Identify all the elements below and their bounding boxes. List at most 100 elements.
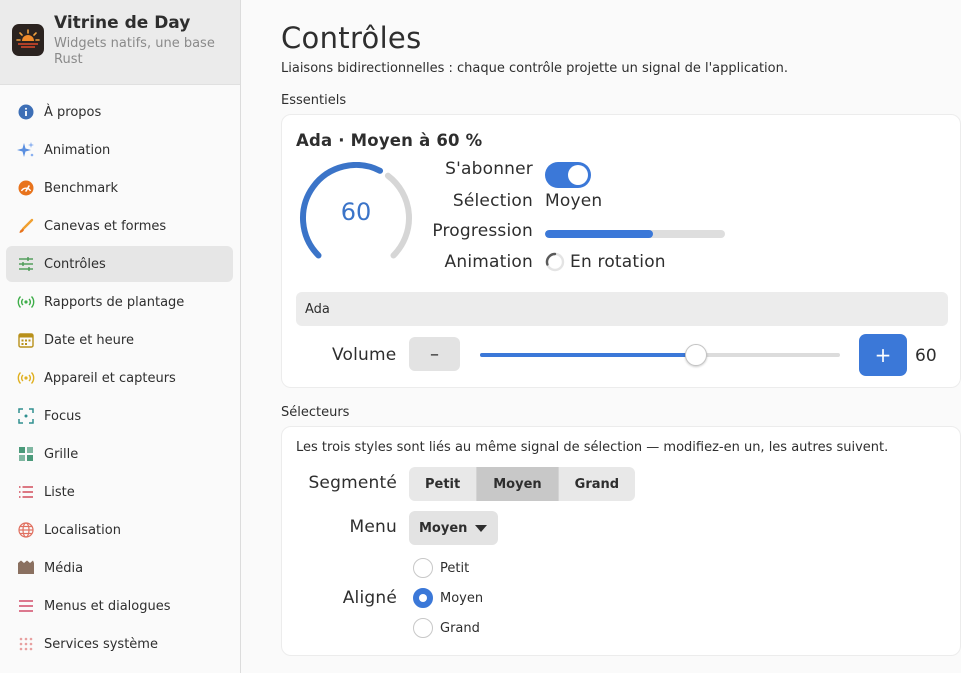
sidebar-item-label: Animation (44, 142, 111, 158)
sidebar-item-label: Localisation (44, 522, 121, 538)
sidebar-nav: À propos Animation Benchmark Canevas et … (0, 85, 240, 662)
switch-knob (568, 165, 588, 185)
selectors-description: Les trois styles sont liés au même signa… (296, 440, 889, 455)
sidebar-item-grille[interactable]: Grille (6, 436, 233, 472)
selection-label: Sélection (452, 191, 533, 211)
progress-label: Progression (432, 221, 533, 241)
focus-icon (17, 407, 35, 425)
sidebar-item-services[interactable]: Services système (6, 626, 233, 662)
segment-moyen[interactable]: Moyen (477, 467, 559, 501)
film-icon (17, 559, 35, 577)
segment-grand[interactable]: Grand (559, 467, 635, 501)
app-logo-icon (12, 24, 44, 56)
selectors-card: Les trois styles sont liés au même signa… (281, 426, 961, 656)
section-title-essentiels: Essentiels (281, 93, 347, 108)
animation-value: En rotation (570, 252, 666, 272)
sidebar-item-label: Contrôles (44, 256, 106, 272)
broadcast-icon (17, 293, 35, 311)
sidebar-item-label: Date et heure (44, 332, 134, 348)
radio-grand[interactable]: Grand (413, 617, 480, 639)
app-header: Vitrine de Day Widgets natifs, une base … (0, 0, 240, 85)
animation-value-row: En rotation (545, 252, 666, 272)
essentials-card: Ada · Moyen à 60 % 60 S'abonner Sélectio… (281, 114, 961, 388)
sidebar-item-a-propos[interactable]: À propos (6, 94, 233, 130)
segment-petit[interactable]: Petit (409, 467, 478, 501)
brush-icon (17, 217, 35, 235)
volume-value: 60 (915, 346, 937, 366)
grid-icon (17, 445, 35, 463)
sidebar-item-animation[interactable]: Animation (6, 132, 233, 168)
slider-thumb[interactable] (685, 344, 707, 366)
slider-fill (480, 353, 696, 357)
app-title: Vitrine de Day (54, 13, 191, 33)
selection-value: Moyen (545, 191, 603, 211)
sidebar-item-label: Média (44, 560, 84, 576)
spinner-icon (545, 252, 565, 272)
speedometer-icon (17, 179, 35, 197)
aligned-label: Aligné (342, 588, 397, 608)
sidebar-item-benchmark[interactable]: Benchmark (6, 170, 233, 206)
sidebar-item-label: Benchmark (44, 180, 119, 196)
sidebar-item-label: À propos (44, 104, 102, 120)
progress-bar (545, 230, 725, 238)
volume-increase-button[interactable]: + (859, 334, 907, 376)
sidebar-item-label: Rapports de plantage (44, 294, 185, 310)
sensor-icon (17, 369, 35, 387)
sidebar-item-appareil[interactable]: Appareil et capteurs (6, 360, 233, 396)
sidebar-item-focus[interactable]: Focus (6, 398, 233, 434)
sidebar-item-menus[interactable]: Menus et dialogues (6, 588, 233, 624)
globe-icon (17, 521, 35, 539)
sidebar-item-label: Liste (44, 484, 75, 500)
sidebar-item-controles[interactable]: Contrôles (6, 246, 233, 282)
list-icon (17, 483, 35, 501)
size-dropdown[interactable]: Moyen (409, 511, 499, 545)
calendar-icon (17, 331, 35, 349)
radio-button[interactable] (413, 588, 433, 608)
sidebar: Vitrine de Day Widgets natifs, une base … (0, 0, 241, 673)
sidebar-item-label: Grille (44, 446, 79, 462)
radio-moyen[interactable]: Moyen (413, 587, 483, 609)
gauge: 60 (298, 162, 414, 272)
sidebar-item-liste[interactable]: Liste (6, 474, 233, 510)
dots-grid-icon (17, 635, 35, 653)
info-icon (17, 103, 35, 121)
section-title-selecteurs: Sélecteurs (281, 405, 350, 420)
segmented-control: Petit Moyen Grand (409, 467, 636, 501)
subscribe-label: S'abonner (445, 159, 533, 179)
card-heading: Ada · Moyen à 60 % (296, 131, 483, 150)
volume-decrease-button[interactable]: – (409, 337, 460, 371)
dropdown-value: Moyen (419, 520, 468, 536)
main-content: Contrôles Liaisons bidirectionnelles : c… (241, 0, 961, 673)
page-description: Liaisons bidirectionnelles : chaque cont… (281, 61, 788, 76)
gauge-value: 60 (340, 198, 372, 226)
sidebar-item-label: Appareil et capteurs (44, 370, 176, 386)
sidebar-item-label: Services système (44, 636, 158, 652)
radio-label: Grand (440, 620, 480, 636)
sparkle-icon (17, 141, 35, 159)
sidebar-item-media[interactable]: Média (6, 550, 233, 586)
volume-slider[interactable] (480, 344, 840, 366)
sidebar-item-localisation[interactable]: Localisation (6, 512, 233, 548)
menu-icon (17, 597, 35, 615)
segmented-label: Segmenté (308, 473, 397, 493)
subscribe-switch[interactable] (545, 162, 591, 188)
radio-button[interactable] (413, 618, 433, 638)
caret-down-icon (475, 524, 488, 532)
name-entry[interactable]: Ada (296, 292, 948, 326)
animation-label: Animation (444, 252, 533, 272)
page-title: Contrôles (281, 21, 422, 55)
sidebar-item-canevas[interactable]: Canevas et formes (6, 208, 233, 244)
sidebar-item-rapports[interactable]: Rapports de plantage (6, 284, 233, 320)
sidebar-item-date-heure[interactable]: Date et heure (6, 322, 233, 358)
progress-fill (545, 230, 653, 238)
app-subtitle: Widgets natifs, une base Rust (54, 36, 215, 67)
sidebar-item-label: Menus et dialogues (44, 598, 171, 614)
radio-label: Moyen (440, 590, 484, 606)
volume-label: Volume (332, 345, 397, 365)
sidebar-item-label: Canevas et formes (44, 218, 167, 234)
sidebar-item-label: Focus (44, 408, 82, 424)
radio-label: Petit (440, 560, 470, 576)
menu-label: Menu (349, 517, 397, 537)
radio-button[interactable] (413, 558, 433, 578)
radio-petit[interactable]: Petit (413, 557, 469, 579)
